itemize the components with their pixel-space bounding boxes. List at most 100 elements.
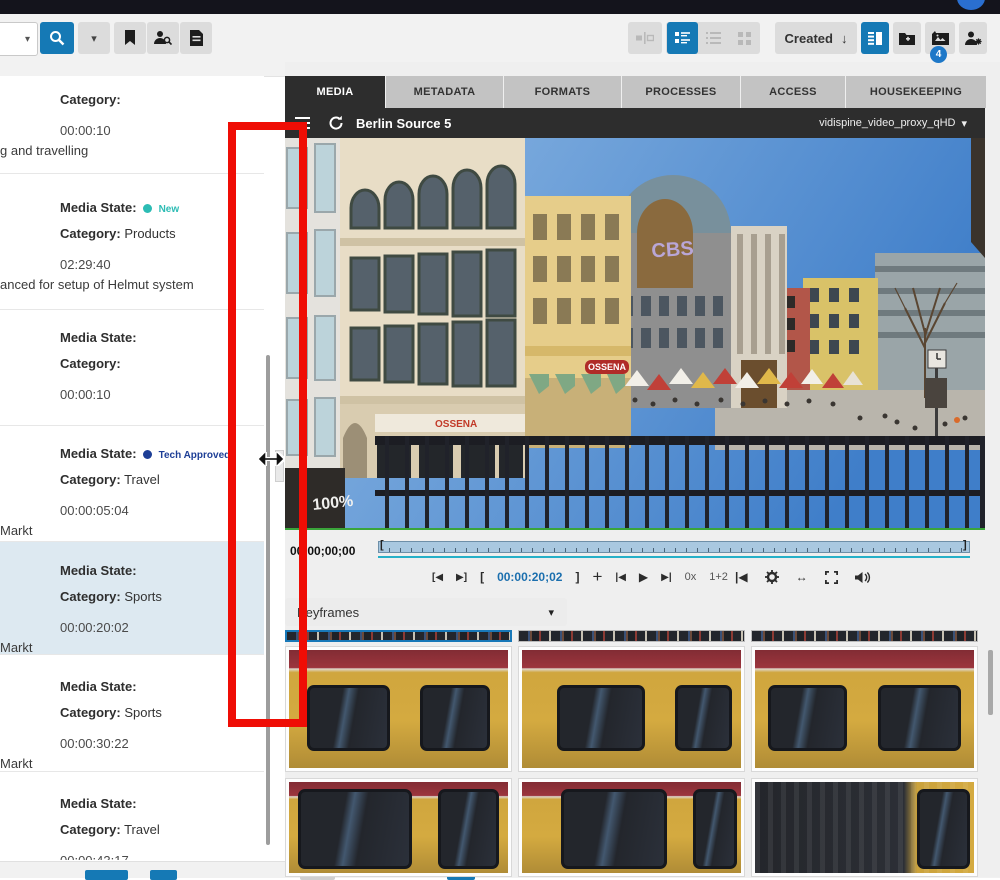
keyframe-thumbnail-partial[interactable]	[751, 630, 978, 642]
keyframe-thumbnail[interactable]	[518, 778, 745, 877]
keyframes-grid	[285, 630, 985, 877]
category-label: Category:	[60, 356, 121, 371]
sort-label: Created	[785, 31, 833, 46]
panel-layout-button[interactable]	[861, 22, 889, 54]
keyframe-thumbnail[interactable]	[751, 646, 978, 772]
search-type-select[interactable]: ▾	[0, 22, 38, 56]
set-in-button[interactable]: [	[480, 570, 484, 584]
play-button[interactable]: ▶	[639, 570, 648, 584]
keyframe-train-image	[289, 650, 508, 768]
pagination-button-partial[interactable]	[85, 870, 128, 880]
search-options-button[interactable]: ▾	[78, 22, 110, 54]
category-value: Sports	[124, 589, 162, 604]
gear-icon[interactable]	[765, 570, 779, 584]
set-out-button[interactable]: ]	[575, 570, 579, 584]
keyframe-thumbnail[interactable]	[518, 646, 745, 772]
split-view-button[interactable]	[628, 22, 662, 54]
duration-value: 00:00:05:04	[60, 501, 264, 521]
timeline-scrubber[interactable]	[378, 541, 970, 553]
media-state-value: New	[159, 204, 180, 215]
keyframe-train-image	[522, 650, 741, 768]
keyframe-thumbnail[interactable]	[285, 778, 512, 877]
media-state-label: Media State:	[60, 796, 137, 811]
goto-in-button[interactable]: [◀	[432, 572, 443, 583]
result-list-item[interactable]: Media State: Category: Sports 00:00:30:2…	[0, 655, 264, 772]
proxy-format-select[interactable]: vidispine_video_proxy_qHD ▾	[819, 117, 967, 130]
result-list-item[interactable]: Media State: Category: 00:00:10	[0, 310, 264, 426]
timeline-secondary-track	[378, 556, 970, 558]
previous-frame-button[interactable]: |◀	[615, 572, 626, 583]
keyframe-thumbnail-partial[interactable]	[518, 630, 745, 642]
next-frame-button[interactable]: ▶|	[661, 572, 672, 583]
search-icon	[49, 30, 65, 46]
avatar[interactable]	[957, 0, 985, 10]
media-state-label: Media State:	[60, 679, 137, 694]
panel-splitter[interactable]	[275, 450, 284, 482]
category-value: Travel	[124, 822, 160, 837]
view-list-button[interactable]	[698, 22, 729, 54]
result-list-item[interactable]: Media State:New Category: Products 02:29…	[0, 174, 264, 310]
tab-processes[interactable]: PROCESSES	[622, 76, 740, 108]
keyframe-train-image	[289, 782, 508, 873]
duration-value: 00:00:30:22	[60, 734, 264, 754]
keyframes-scrollbar[interactable]	[988, 650, 993, 715]
result-list-item[interactable]: Media State: Category: 00:00:10 g and tr…	[0, 76, 264, 174]
keyframe-thumbnail[interactable]	[751, 778, 978, 877]
tab-media[interactable]: MEDIA	[285, 76, 385, 108]
keyframe-thumbnail-partial[interactable]	[285, 630, 512, 642]
volume-icon[interactable]	[855, 571, 871, 584]
sort-button[interactable]: Created ↓	[775, 22, 857, 54]
player-controls: [◀ ▶] [ 00:00:20;02 ] + |◀ ▶ ▶| 0x 1+2	[432, 566, 728, 588]
result-list-item[interactable]: Media State: Category: Sports 00:00:20:0…	[0, 542, 264, 655]
playback-speed[interactable]: 0x	[685, 571, 697, 583]
view-grid-button[interactable]	[729, 22, 760, 54]
refresh-icon[interactable]	[328, 115, 344, 131]
add-folder-button[interactable]	[893, 22, 921, 54]
tab-housekeeping[interactable]: HOUSEKEEPING	[846, 76, 986, 108]
menu-icon[interactable]	[295, 114, 310, 132]
document-button[interactable]	[180, 22, 212, 54]
fullscreen-icon[interactable]	[825, 571, 838, 584]
images-icon	[932, 31, 949, 45]
audio-channels[interactable]: 1+2	[709, 571, 728, 583]
media-state-label: Media State:	[60, 563, 137, 578]
player-secondary-controls: |◀ ↔	[735, 566, 871, 588]
fit-width-button[interactable]: ↔	[796, 570, 808, 584]
duration-value: 00:00:10	[60, 385, 264, 405]
user-search-button[interactable]	[147, 22, 179, 54]
result-list-item[interactable]: Media State: Category: Travel 00:00:43:1…	[0, 772, 264, 860]
category-value: Travel	[124, 472, 160, 487]
tab-formats[interactable]: FORMATS	[504, 76, 621, 108]
person-search-icon	[154, 30, 172, 46]
keyframes-select[interactable]: Keyframes ▾	[285, 598, 567, 626]
result-list-item[interactable]: Media State:Tech Approved Category: Trav…	[0, 426, 264, 542]
user-settings-button[interactable]	[959, 22, 987, 54]
player-header: Berlin Source 5 vidispine_video_proxy_qH…	[285, 108, 985, 138]
current-timecode[interactable]: 00:00:20;02	[497, 570, 562, 584]
item-description: Markt	[0, 754, 264, 772]
proxy-format-label: vidispine_video_proxy_qHD	[819, 117, 955, 129]
tab-metadata[interactable]: METADATA	[386, 76, 503, 108]
duration-value: 00:00:10	[60, 121, 264, 141]
view-detail-list-button[interactable]	[667, 22, 698, 54]
add-marker-button[interactable]: +	[592, 567, 602, 587]
list-scrollbar[interactable]	[266, 355, 270, 845]
detail-tabs: MEDIAMETADATAFORMATSPROCESSESACCESSHOUSE…	[285, 76, 986, 108]
video-viewport[interactable]: CBS OSSENA	[285, 138, 985, 528]
svg-text:OSSENA: OSSENA	[588, 362, 627, 372]
saved-searches-button[interactable]	[114, 22, 146, 54]
chevron-down-icon: ▾	[548, 606, 554, 619]
goto-out-button[interactable]: ▶]	[456, 572, 467, 583]
arrow-down-icon: ↓	[841, 31, 848, 46]
grid-icon	[738, 32, 751, 45]
category-label: Category:	[60, 226, 121, 241]
search-button[interactable]	[40, 22, 74, 54]
duration-value: 00:00:20:02	[60, 618, 264, 638]
tab-access[interactable]: ACCESS	[741, 76, 845, 108]
keyframe-thumbnail[interactable]	[285, 646, 512, 772]
top-system-bar	[0, 0, 1000, 14]
pagination-button-partial[interactable]	[150, 870, 177, 880]
jump-start-button[interactable]: |◀	[735, 570, 748, 584]
category-label: Category:	[60, 589, 121, 604]
video-frame-berlin-street: CBS OSSENA	[285, 138, 985, 528]
